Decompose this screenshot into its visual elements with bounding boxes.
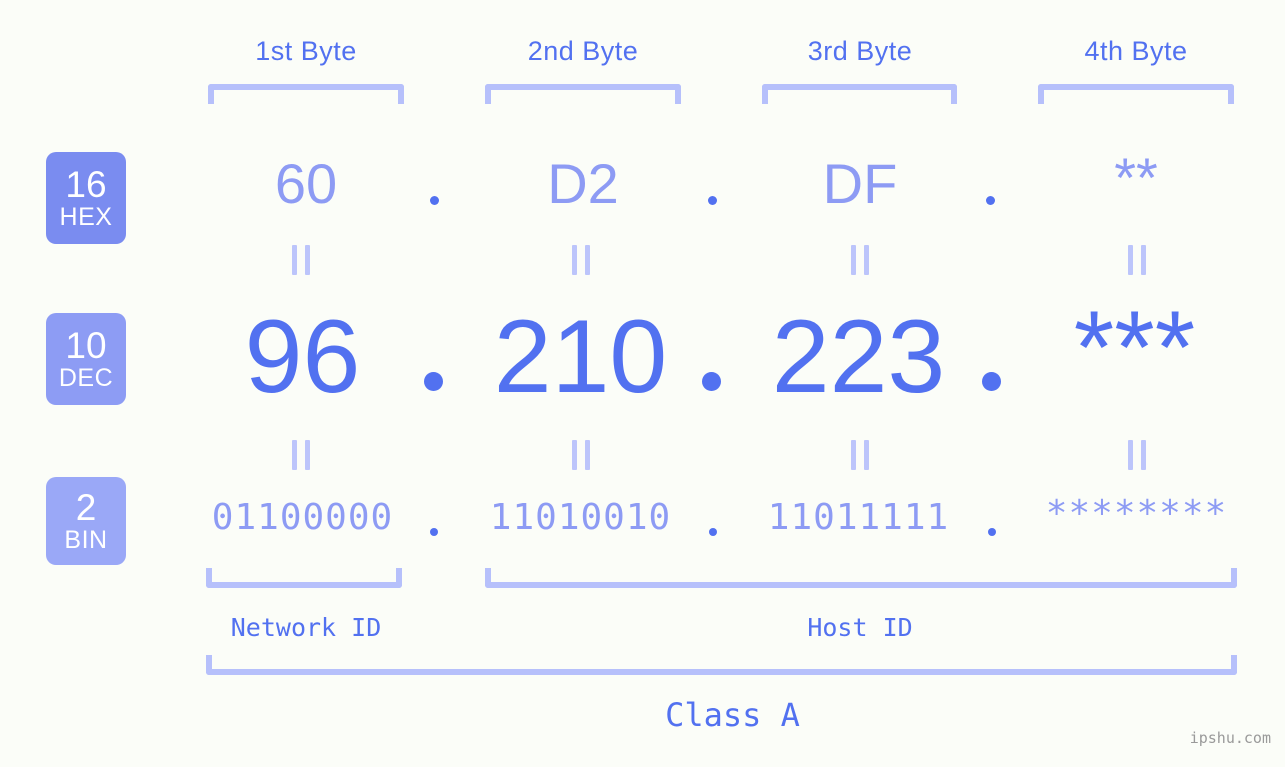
bin-separator-2 <box>709 528 717 536</box>
dec-byte-2: 210 <box>493 299 668 415</box>
class-label: Class A <box>665 696 800 734</box>
base-badge-bin-number: 2 <box>75 487 97 528</box>
base-badge-dec-number: 10 <box>65 325 107 366</box>
hex-byte-1: 60 <box>274 152 338 215</box>
base-badge-hex-number: 16 <box>65 164 107 205</box>
byte-bracket-top-2 <box>485 84 681 104</box>
hex-separator-1 <box>430 196 439 205</box>
byte-bracket-top-4 <box>1038 84 1234 104</box>
equals-bar-dec-bin-2 <box>572 440 590 470</box>
equals-bar-dec-bin-4 <box>1128 440 1146 470</box>
bin-separator-3 <box>988 528 996 536</box>
equals-bar-dec-bin-1 <box>292 440 310 470</box>
byte-bracket-top-3 <box>762 84 957 104</box>
byte-header-1: 1st Byte <box>255 36 357 66</box>
bin-byte-2: 11010010 <box>489 497 672 538</box>
equals-bar-hex-dec-2 <box>572 245 590 275</box>
base-badge-hex: 16 HEX <box>46 152 126 244</box>
base-badge-hex-label: HEX <box>59 203 113 231</box>
network-id-bracket <box>206 568 402 588</box>
base-badge-dec: 10 DEC <box>46 313 126 405</box>
dec-separator-1 <box>424 372 443 391</box>
hex-byte-2: D2 <box>547 152 619 215</box>
hex-separator-2 <box>708 196 717 205</box>
dec-separator-2 <box>702 372 721 391</box>
dec-separator-3 <box>982 372 1001 391</box>
bin-byte-3: 11011111 <box>767 497 950 538</box>
equals-bar-hex-dec-1 <box>292 245 310 275</box>
dec-byte-4: *** <box>1073 290 1196 406</box>
byte-bracket-top-1 <box>208 84 404 104</box>
dec-byte-3: 223 <box>771 299 946 415</box>
equals-bar-dec-bin-3 <box>851 440 869 470</box>
host-id-label: Host ID <box>807 613 913 642</box>
hex-separator-3 <box>986 196 995 205</box>
base-badge-bin-label: BIN <box>64 526 108 554</box>
byte-header-4: 4th Byte <box>1084 36 1188 66</box>
dec-byte-1: 96 <box>244 299 361 415</box>
equals-bar-hex-dec-4 <box>1128 245 1146 275</box>
ip-byte-diagram: 1st Byte 2nd Byte 3rd Byte 4th Byte 16 H… <box>0 0 1285 767</box>
watermark: ipshu.com <box>1189 729 1271 747</box>
hex-byte-4: ** <box>1114 146 1158 209</box>
bin-byte-4: ******** <box>1045 493 1228 534</box>
equals-bar-hex-dec-3 <box>851 245 869 275</box>
base-badge-bin: 2 BIN <box>46 477 126 565</box>
bin-separator-1 <box>430 528 438 536</box>
byte-header-3: 3rd Byte <box>807 36 913 66</box>
bin-byte-1: 01100000 <box>211 497 394 538</box>
class-bracket <box>206 655 1237 675</box>
byte-header-2: 2nd Byte <box>527 36 639 66</box>
hex-byte-3: DF <box>822 152 898 215</box>
network-id-label: Network ID <box>230 613 382 642</box>
host-id-bracket <box>485 568 1237 588</box>
base-badge-dec-label: DEC <box>58 364 114 392</box>
